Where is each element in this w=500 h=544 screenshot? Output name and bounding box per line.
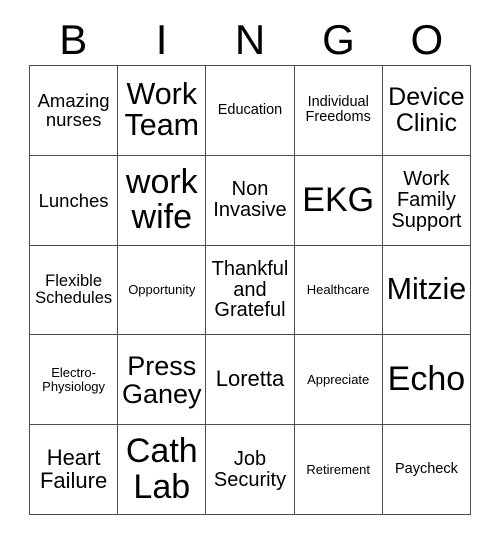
bingo-cell-label: Echo: [387, 360, 466, 399]
bingo-cell[interactable]: Loretta: [206, 335, 295, 426]
bingo-cell[interactable]: Education: [206, 66, 295, 156]
bingo-cell-label: Healthcare: [306, 282, 370, 298]
bingo-cell-label: work wife: [125, 162, 198, 237]
bingo-cell[interactable]: Cath Lab: [118, 425, 207, 515]
bingo-cell[interactable]: Retirement: [294, 425, 383, 515]
bingo-cell-label: Heart Failure: [39, 444, 108, 493]
bingo-cell[interactable]: EKG: [294, 155, 383, 246]
bingo-cell[interactable]: Electro- Physiology: [30, 335, 119, 426]
bingo-cell[interactable]: Opportunity: [118, 245, 207, 336]
bingo-cell-label: Work Family Support: [391, 168, 462, 232]
bingo-cell-label: Mitzie: [386, 272, 467, 307]
bingo-cell[interactable]: Thankful and Grateful: [206, 245, 295, 336]
bingo-header-letter-b: B: [59, 15, 88, 63]
bingo-cell-label: Appreciate: [307, 372, 370, 388]
bingo-cell[interactable]: Heart Failure: [30, 425, 119, 515]
bingo-cell[interactable]: Paycheck: [382, 425, 471, 515]
bingo-cell-label: Flexible Schedules: [35, 271, 113, 307]
bingo-cell[interactable]: Echo: [382, 335, 471, 426]
bingo-cell-label: EKG: [302, 180, 375, 219]
bingo-header-row: B I N G O: [29, 14, 471, 65]
bingo-cell[interactable]: work wife: [118, 155, 207, 246]
bingo-header-letter-n: N: [234, 15, 266, 63]
bingo-cell[interactable]: Non Invasive: [206, 155, 295, 246]
bingo-cell[interactable]: Mitzie: [382, 245, 471, 336]
bingo-cell-label: Individual Freedoms: [305, 94, 371, 126]
bingo-card: B I N G O Amazing nurses Work Team Educa…: [0, 0, 500, 544]
bingo-cell[interactable]: Work Team: [118, 66, 207, 156]
bingo-cell[interactable]: Job Security: [206, 425, 295, 515]
bingo-cell-label: Job Security: [213, 447, 287, 491]
bingo-cell[interactable]: Individual Freedoms: [294, 66, 383, 156]
bingo-cell-label: Retirement: [306, 461, 370, 477]
bingo-cell[interactable]: Press Ganey: [118, 335, 207, 426]
bingo-cell-label: Electro- Physiology: [42, 365, 106, 394]
bingo-cell-label: Loretta: [215, 366, 285, 392]
bingo-cell-label: Cath Lab: [125, 432, 198, 506]
bingo-cell-label: Thankful and Grateful: [211, 257, 289, 322]
bingo-cell-label: Device Clinic: [388, 83, 465, 138]
bingo-cell-label: Press Ganey: [122, 350, 202, 409]
bingo-cell[interactable]: Healthcare: [294, 245, 383, 336]
bingo-cell-label: Lunches: [38, 189, 109, 211]
bingo-header-letter-o: O: [410, 15, 444, 63]
bingo-cell-label: Work Team: [124, 76, 200, 143]
bingo-cell-label: Paycheck: [394, 461, 458, 478]
bingo-header-letter-g: G: [322, 15, 355, 63]
bingo-header-letter-i: I: [155, 15, 168, 63]
bingo-cell[interactable]: Flexible Schedules: [30, 245, 119, 336]
bingo-cell[interactable]: Lunches: [30, 155, 119, 246]
bingo-cell-label: Non Invasive: [213, 178, 287, 222]
bingo-grid: Amazing nurses Work Team Education Indiv…: [29, 65, 471, 515]
bingo-cell-label: Amazing nurses: [37, 90, 110, 131]
bingo-cell[interactable]: Appreciate: [294, 335, 383, 426]
bingo-cell[interactable]: Amazing nurses: [30, 66, 119, 156]
bingo-cell-label: Opportunity: [128, 282, 196, 298]
bingo-cell[interactable]: Work Family Support: [382, 155, 471, 246]
bingo-cell[interactable]: Device Clinic: [382, 66, 471, 156]
bingo-cell-label: Education: [217, 101, 283, 118]
